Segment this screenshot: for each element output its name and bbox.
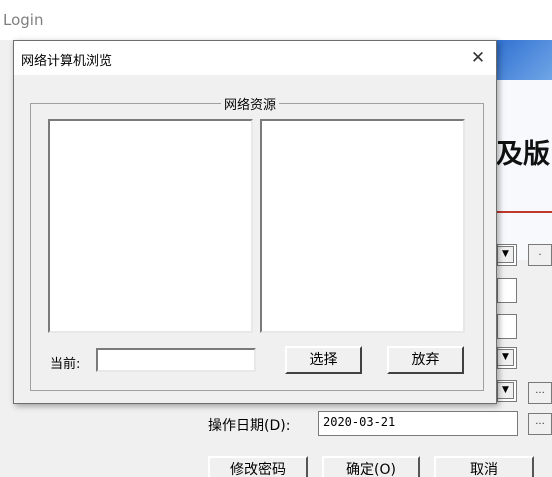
user-field[interactable]	[497, 314, 517, 339]
select-button[interactable]: 选择	[285, 346, 362, 374]
chevron-down-icon[interactable]: ▼	[497, 246, 514, 263]
chevron-down-icon[interactable]: ▼	[497, 382, 514, 399]
cancel-button[interactable]: 取消	[434, 456, 534, 477]
date-label: 操作日期(D):	[208, 418, 291, 434]
login-titlebar: Login	[0, 0, 552, 40]
current-label: 当前:	[50, 357, 81, 372]
ok-button[interactable]: 确定(O)	[322, 456, 420, 477]
browse-server-button[interactable]: .	[528, 244, 552, 266]
banner-divider	[494, 211, 552, 213]
change-password-button[interactable]: 修改密码	[208, 456, 308, 477]
date-field[interactable]: 2020-03-21	[318, 411, 518, 436]
dialog-title: 网络计算机浏览	[21, 54, 113, 69]
resource-list[interactable]	[260, 119, 465, 333]
date-picker-button[interactable]: ...	[528, 413, 552, 435]
login-title: Login	[3, 11, 44, 29]
database-field[interactable]	[497, 278, 517, 303]
network-browse-dialog: 网络计算机浏览 ✕ 网络资源 当前: 选择 放弃	[13, 40, 497, 404]
banner-heading: 及版	[496, 139, 550, 170]
chevron-down-icon[interactable]: ▼	[497, 349, 514, 366]
close-icon[interactable]: ✕	[466, 47, 490, 69]
browse-year-button[interactable]: ...	[528, 382, 552, 404]
group-title: 网络资源	[221, 94, 280, 113]
dialog-titlebar: 网络计算机浏览 ✕	[14, 41, 496, 75]
computer-list[interactable]	[48, 119, 253, 333]
abandon-button[interactable]: 放弃	[387, 346, 464, 374]
current-path-field[interactable]	[96, 348, 256, 372]
